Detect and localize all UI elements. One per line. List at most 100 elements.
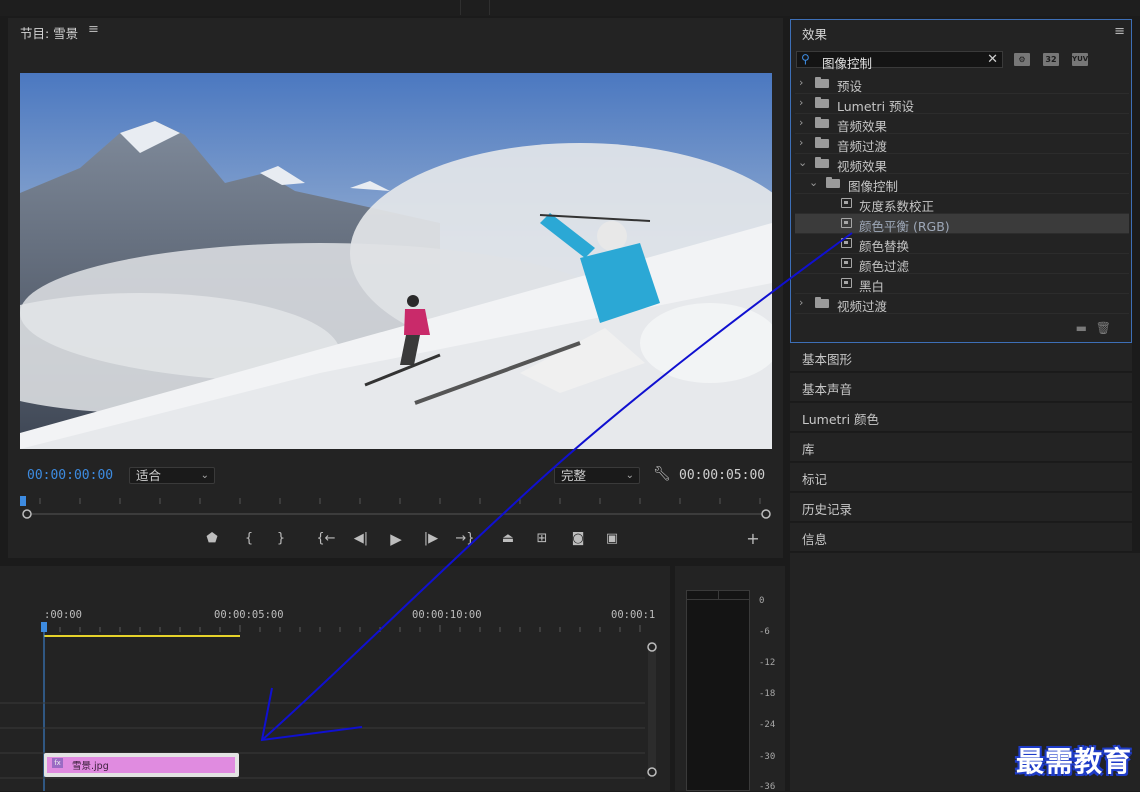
ruler-label: 00:00:1 — [611, 609, 656, 621]
timeline-clip[interactable]: fx 雪景.jpg — [44, 753, 239, 777]
folder-icon — [826, 177, 840, 188]
folder-icon — [815, 77, 829, 88]
tree-item-label: 黑白 — [859, 279, 885, 294]
tree-item-label: 图像控制 — [848, 179, 899, 194]
chevron-down-icon[interactable]: ⌄ — [798, 156, 807, 169]
panel-markers[interactable]: 标记 — [790, 463, 1132, 492]
tree-item-label: Lumetri 预设 — [837, 99, 915, 114]
export-frame-camera-icon[interactable]: ◙ — [568, 530, 588, 548]
panel-menu-icon[interactable]: ≡ — [88, 22, 99, 37]
zoom-dropdown[interactable]: 适合 ⌄ — [129, 467, 215, 484]
folder-icon — [815, 297, 829, 308]
panel-label: 库 — [802, 442, 815, 457]
folder-icon — [815, 117, 829, 128]
32bit-filter-icon[interactable]: 32 — [1043, 53, 1059, 66]
quality-value: 完整 — [561, 468, 587, 483]
tree-item-image-control[interactable]: ⌄ 图像控制 — [795, 174, 1129, 194]
panel-lumetri-color[interactable]: Lumetri 颜色 — [790, 403, 1132, 432]
panel-label: Lumetri 颜色 — [802, 412, 880, 427]
tree-item-video-transitions[interactable]: › 视频过渡 — [795, 294, 1129, 314]
program-monitor-title[interactable]: 节目: 雪景 — [20, 23, 78, 42]
effects-search-field[interactable]: ⚲ 图像控制 ✕ — [796, 51, 1003, 71]
go-to-in-button[interactable]: {← — [316, 530, 336, 548]
panel-libraries[interactable]: 库 — [790, 433, 1132, 462]
panel-label: 标记 — [802, 472, 828, 487]
video-preview[interactable] — [20, 73, 772, 449]
delete-trash-icon[interactable]: 🗑︎ — [1096, 321, 1111, 335]
add-button[interactable]: + — [743, 530, 763, 548]
panel-menu-icon[interactable]: ≡ — [1114, 24, 1125, 39]
chevron-right-icon[interactable]: › — [799, 136, 803, 149]
chevron-down-icon: ⌄ — [625, 470, 634, 481]
effects-panel-title[interactable]: 效果 — [802, 24, 827, 43]
tree-item-video-effects[interactable]: ⌄ 视频效果 — [795, 154, 1129, 174]
tree-item-gamma-correction[interactable]: 灰度系数校正 — [795, 194, 1129, 214]
program-monitor-panel: 节目: 雪景 ≡ 00:00:00:00 适合 ⌄ 完整 ⌄ 🔧︎ 00:00:… — [8, 18, 783, 558]
db-scale-label: 0 — [759, 596, 765, 606]
chevron-right-icon[interactable]: › — [799, 296, 803, 309]
search-value: 图像控制 — [822, 56, 873, 71]
chevron-down-icon[interactable]: ⌄ — [809, 176, 818, 189]
panel-history[interactable]: 历史记录 — [790, 493, 1132, 522]
mark-out-button[interactable]: } — [271, 530, 291, 548]
tree-item-lumetri-presets[interactable]: › Lumetri 预设 — [795, 94, 1129, 114]
ski-scene-image — [20, 73, 772, 449]
ruler-label: 00:00:05:00 — [214, 609, 284, 621]
watermark-logo: 最需教育 — [1016, 745, 1133, 778]
effect-icon — [841, 238, 852, 248]
tree-item-audio-transitions[interactable]: › 音频过渡 — [795, 134, 1129, 154]
panel-essential-graphics[interactable]: 基本图形 — [790, 343, 1132, 372]
compare-view-button[interactable]: ▣ — [602, 530, 622, 548]
go-to-out-button[interactable]: →} — [455, 530, 475, 548]
audio-meter-bar — [686, 590, 750, 791]
monitor-time-ruler[interactable] — [20, 496, 772, 520]
ruler-label: :00:00 — [44, 609, 82, 621]
tree-item-black-white[interactable]: 黑白 — [795, 274, 1129, 294]
step-forward-button[interactable]: |▶ — [421, 530, 441, 548]
tree-item-label: 音频效果 — [837, 119, 888, 134]
db-scale-label: -18 — [759, 689, 776, 699]
step-back-button[interactable]: ◀| — [351, 530, 371, 548]
folder-icon — [815, 137, 829, 148]
new-bin-folder-icon[interactable]: ▬ — [1076, 321, 1087, 335]
folder-icon — [815, 157, 829, 168]
tree-item-presets[interactable]: › 预设 — [795, 74, 1129, 94]
db-scale-label: -30 — [759, 752, 776, 762]
panel-label: 历史记录 — [802, 502, 853, 517]
yuv-filter-icon[interactable]: YUV — [1072, 53, 1088, 66]
effects-tree: › 预设 › Lumetri 预设 › 音频效果 › 音频过渡 ⌄ 视频效果 ⌄… — [795, 74, 1129, 314]
tree-item-label: 颜色平衡 (RGB) — [859, 219, 950, 234]
panel-label: 信息 — [802, 532, 828, 547]
play-button[interactable]: ▶ — [386, 530, 406, 548]
chevron-down-icon: ⌄ — [200, 470, 209, 481]
extract-button[interactable]: ⊞ — [532, 530, 552, 548]
mark-in-button[interactable]: { — [239, 530, 259, 548]
chevron-right-icon[interactable]: › — [799, 116, 803, 129]
panel-info[interactable]: 信息 — [790, 523, 1132, 552]
chevron-right-icon[interactable]: › — [799, 76, 803, 89]
chevron-right-icon[interactable]: › — [799, 96, 803, 109]
db-scale-label: -12 — [759, 658, 776, 668]
current-timecode[interactable]: 00:00:00:00 — [27, 468, 113, 483]
clear-search-icon[interactable]: ✕ — [987, 52, 998, 67]
audio-meter-panel: 0 -6 -12 -18 -24 -30 -36 — [675, 566, 785, 792]
tree-item-label: 颜色替换 — [859, 239, 910, 254]
tree-item-color-pass[interactable]: 颜色过滤 — [795, 254, 1129, 274]
accelerated-effects-filter-icon[interactable]: ⚙ — [1014, 53, 1030, 66]
add-marker-button[interactable]: ⬟ — [202, 530, 222, 548]
timeline-panel: :00:00 00:00:05:00 00:00:10:00 00:00:1 f… — [0, 566, 670, 791]
playback-quality-dropdown[interactable]: 完整 ⌄ — [554, 467, 640, 484]
panel-essential-sound[interactable]: 基本声音 — [790, 373, 1132, 402]
effect-icon — [841, 258, 852, 268]
duration-timecode: 00:00:05:00 — [679, 468, 766, 483]
tree-item-audio-effects[interactable]: › 音频效果 — [795, 114, 1129, 134]
tree-item-color-replace[interactable]: 颜色替换 — [795, 234, 1129, 254]
effect-icon — [841, 218, 852, 228]
tree-item-label: 视频过渡 — [837, 299, 888, 314]
tree-item-color-balance-rgb[interactable]: 颜色平衡 (RGB) — [795, 214, 1129, 234]
wrench-settings-icon[interactable]: 🔧︎ — [653, 466, 671, 482]
folder-icon — [815, 97, 829, 108]
ruler-label: 00:00:10:00 — [412, 609, 482, 621]
lift-button[interactable]: ⏏ — [498, 530, 518, 548]
effect-icon — [841, 278, 852, 288]
